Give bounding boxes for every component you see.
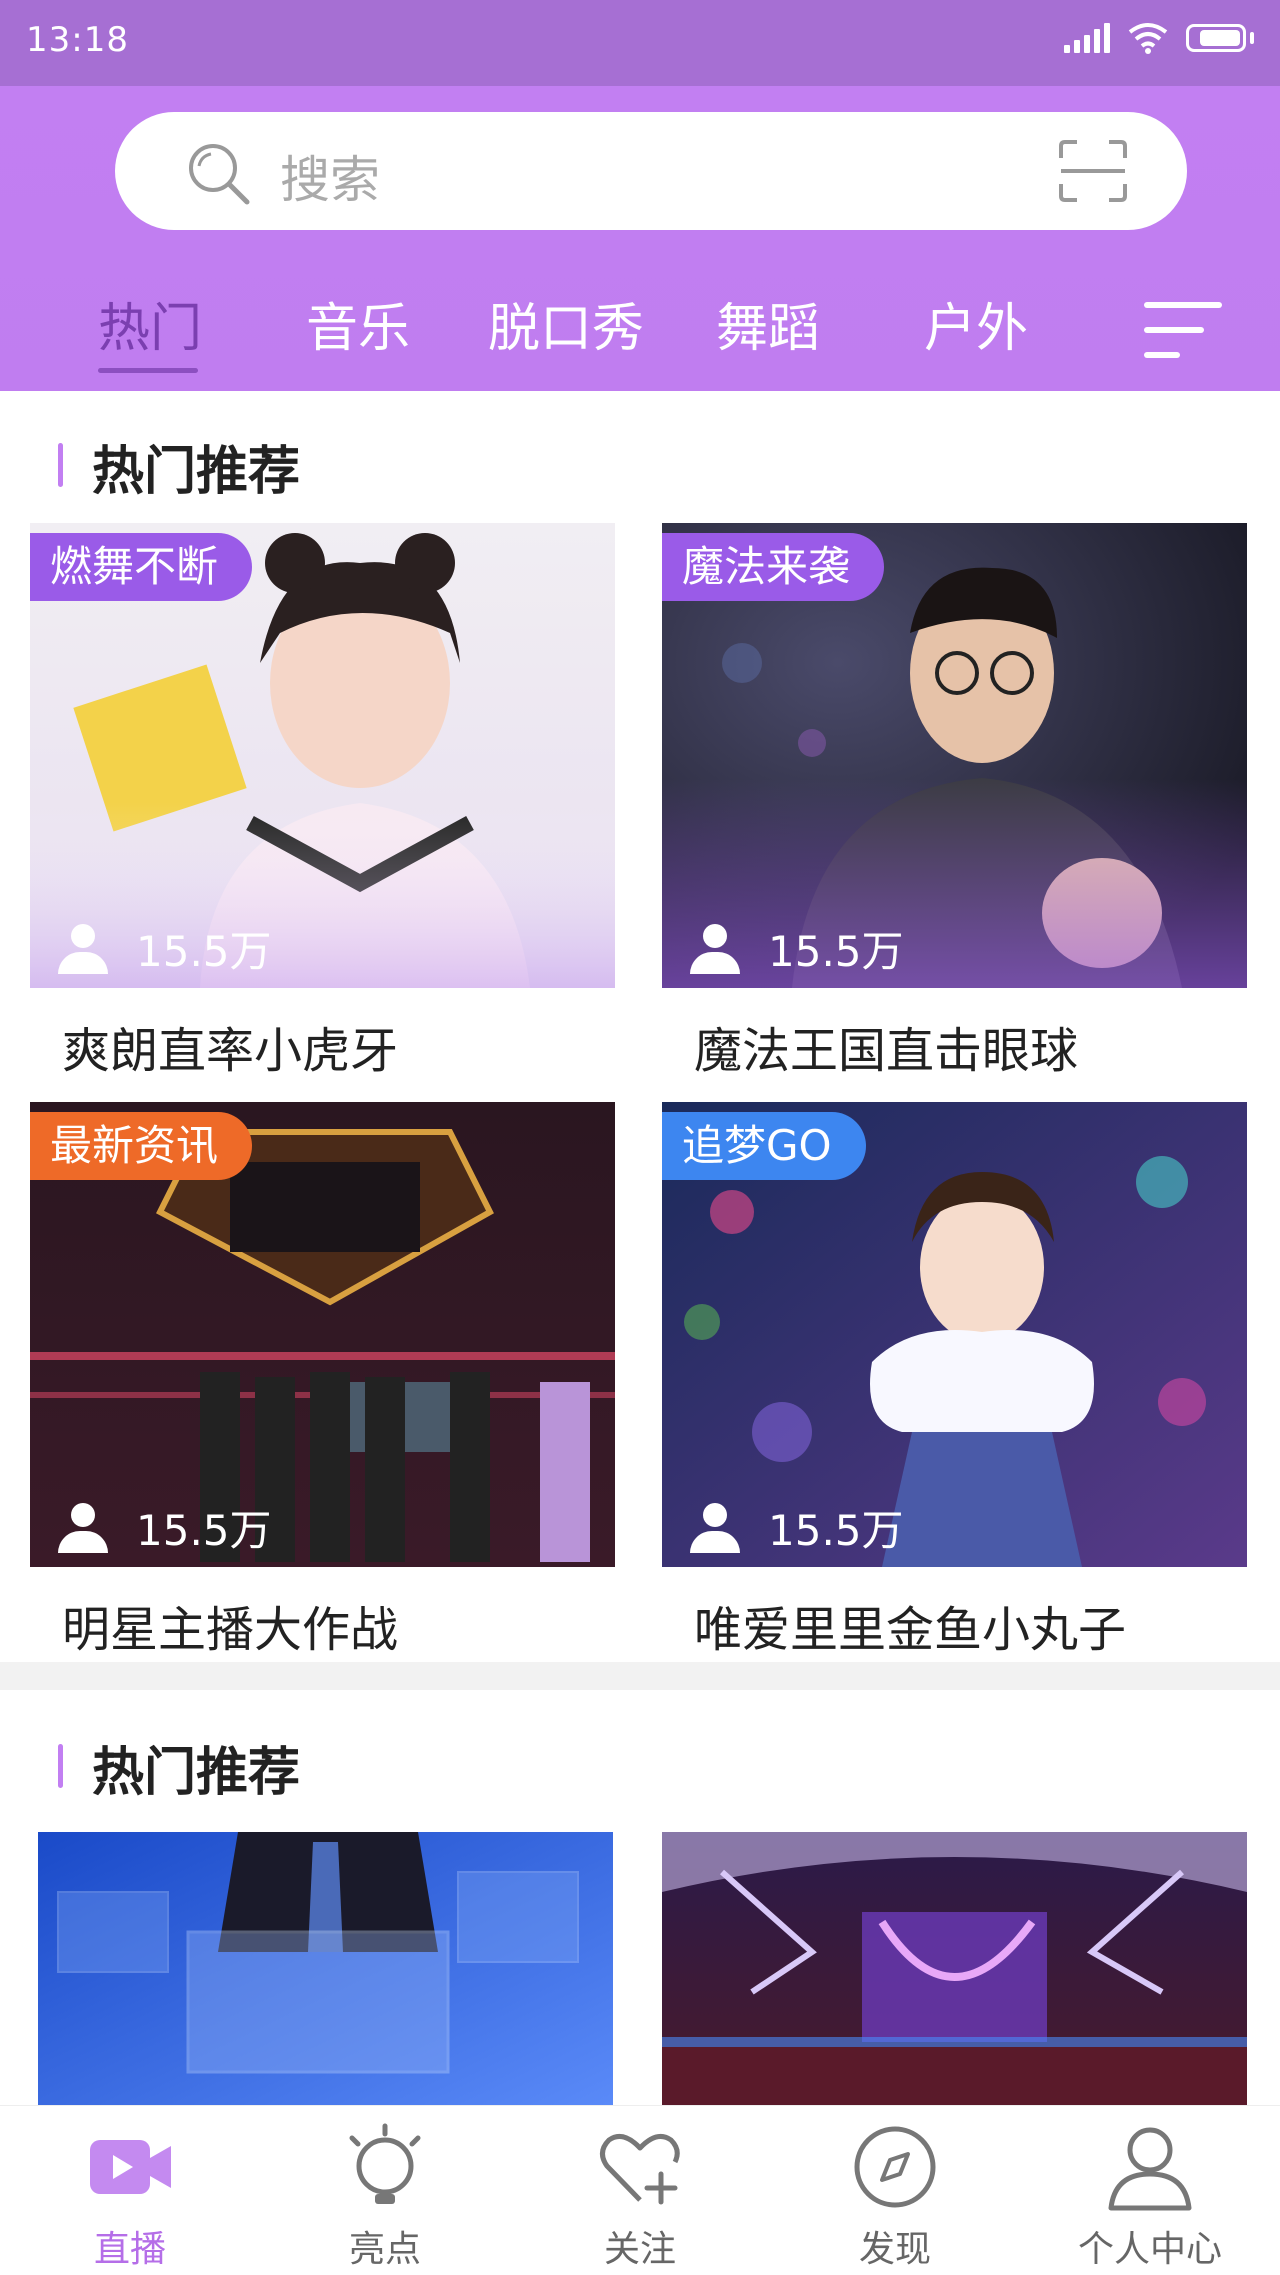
viewer-count: 15.5万 <box>690 918 904 979</box>
nav-profile[interactable]: 个人中心 <box>1050 2122 1250 2272</box>
card-tag: 最新资讯 <box>30 1112 253 1180</box>
battery-tip <box>1250 32 1254 44</box>
status-bar: 13:18 <box>0 0 1280 86</box>
nav-live[interactable]: 直播 <box>30 2122 230 2272</box>
viewer-count: 15.5万 <box>58 1497 272 1558</box>
viewer-count-value: 15.5万 <box>768 1506 904 1555</box>
nav-label: 发现 <box>858 2229 931 2270</box>
status-icons <box>1064 22 1254 54</box>
stream-title[interactable]: 魔法王国直击眼球 <box>694 1011 1078 1081</box>
stream-thumbnail-image <box>38 1832 613 2105</box>
nav-label: 个人中心 <box>1077 2229 1222 2270</box>
nav-follow[interactable]: 关注 <box>540 2122 740 2272</box>
card-tag: 魔法来袭 <box>662 533 885 601</box>
card-tag: 追梦GO <box>662 1112 866 1180</box>
stream-thumbnail[interactable] <box>38 1832 613 2105</box>
viewer-count-value: 15.5万 <box>136 927 272 976</box>
user-icon <box>690 1502 740 1553</box>
tab-hot[interactable]: 热门 <box>98 286 202 361</box>
signal-icon <box>1064 23 1110 53</box>
tab-outdoor[interactable]: 户外 <box>924 286 1028 361</box>
battery-icon <box>1186 24 1246 52</box>
wifi-icon <box>1128 23 1168 54</box>
section-divider <box>0 1662 1280 1690</box>
nav-label: 关注 <box>603 2229 676 2270</box>
scan-icon[interactable] <box>1057 138 1129 204</box>
live-video-icon <box>90 2140 171 2194</box>
active-tab-indicator <box>98 368 198 373</box>
menu-icon[interactable] <box>1144 300 1222 360</box>
user-icon <box>58 923 108 974</box>
bottom-nav: 直播 亮点 关注 发现 个人中心 <box>0 2105 1280 2275</box>
stream-card[interactable] <box>38 1832 623 2105</box>
category-tabs: 热门 音乐 脱口秀 舞蹈 户外 <box>0 286 1280 386</box>
viewer-count: 15.5万 <box>690 1497 904 1558</box>
nav-label: 亮点 <box>348 2229 421 2270</box>
stream-title[interactable]: 唯爱里里金鱼小丸子 <box>694 1590 1126 1660</box>
header: 搜索 热门 音乐 脱口秀 舞蹈 户外 <box>0 86 1280 391</box>
section-hot-recommend-2: 热门推荐 <box>0 1690 1280 2105</box>
heart-plus-icon <box>600 2133 680 2205</box>
stream-title[interactable]: 爽朗直率小虎牙 <box>62 1011 398 1081</box>
search-icon <box>189 144 250 205</box>
user-icon <box>690 923 740 974</box>
tab-dance[interactable]: 舞蹈 <box>716 286 820 361</box>
nav-highlights[interactable]: 亮点 <box>285 2122 485 2272</box>
status-time: 13:18 <box>26 20 129 60</box>
section-title: 热门推荐 <box>58 429 300 504</box>
stream-card[interactable] <box>662 1832 1247 2105</box>
viewer-count-value: 15.5万 <box>768 927 904 976</box>
viewer-count-value: 15.5万 <box>136 1506 272 1555</box>
tab-music[interactable]: 音乐 <box>306 286 410 361</box>
stream-thumbnail[interactable] <box>662 1832 1247 2105</box>
stream-thumbnail-image <box>662 1832 1247 2105</box>
person-icon <box>1108 2127 1192 2211</box>
lightbulb-icon <box>349 2123 421 2204</box>
compass-icon <box>854 2126 936 2208</box>
card-tag: 燃舞不断 <box>30 533 253 601</box>
nav-label: 直播 <box>93 2229 166 2270</box>
tab-talk-show[interactable]: 脱口秀 <box>488 286 644 361</box>
nav-discover[interactable]: 发现 <box>795 2122 995 2272</box>
section-title: 热门推荐 <box>58 1730 300 1805</box>
search-input[interactable]: 搜索 <box>280 140 380 212</box>
section-hot-recommend: 热门推荐 燃舞不断 15.5万 爽朗直率小虎牙 魔法来袭 15.5万 魔法王国直… <box>0 391 1280 1662</box>
viewer-count: 15.5万 <box>58 918 272 979</box>
stream-title[interactable]: 明星主播大作战 <box>62 1590 398 1660</box>
search-bar[interactable]: 搜索 <box>115 112 1187 230</box>
user-icon <box>58 1502 108 1553</box>
